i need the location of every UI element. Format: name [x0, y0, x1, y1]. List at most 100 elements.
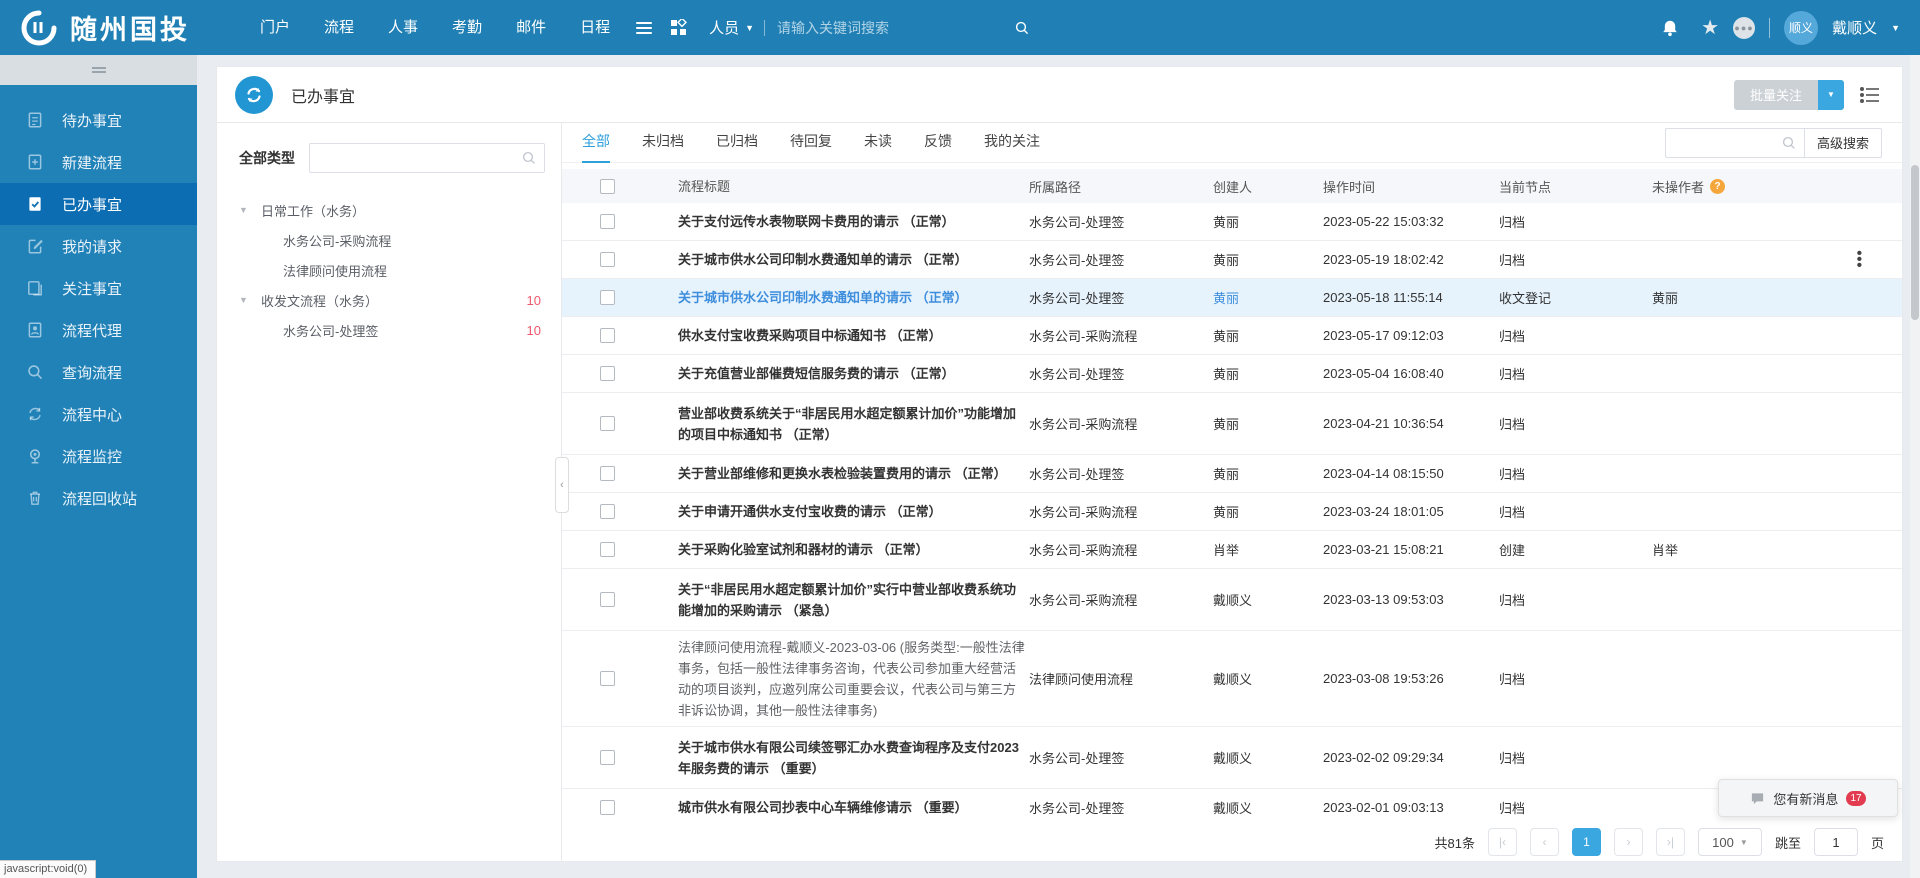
row-checkbox[interactable]	[600, 252, 615, 267]
row-checkbox[interactable]	[600, 328, 615, 343]
row-title[interactable]: 关于城市供水公司印制水费通知单的请示 （正常）	[652, 249, 1027, 270]
table-row[interactable]: 关于营业部维修和更换水表检验装置费用的请示 （正常）水务公司-处理签黄丽2023…	[562, 455, 1902, 493]
row-checkbox[interactable]	[600, 800, 615, 815]
apps-grid-icon[interactable]	[661, 11, 695, 45]
row-checkbox[interactable]	[600, 416, 615, 431]
batch-follow-caret-icon[interactable]: ▼	[1818, 80, 1844, 110]
tree-node[interactable]: 水务公司-处理签10	[239, 315, 545, 345]
batch-follow-label[interactable]: 批量关注	[1734, 80, 1818, 110]
table-row[interactable]: 法律顾问使用流程-戴顺义-2023-03-06 (服务类型:一般性法律事务，包括…	[562, 631, 1902, 727]
sidebar-collapse-toggle[interactable]	[0, 55, 197, 85]
row-checkbox[interactable]	[600, 290, 615, 305]
next-page-button[interactable]: ›	[1614, 828, 1643, 856]
row-title[interactable]: 营业部收费系统关于“非居民用水超定额累计加价”功能增加的项目中标通知书 （正常）	[652, 403, 1027, 445]
tree-node[interactable]: ▼日常工作（水务）	[239, 195, 545, 225]
table-row[interactable]: 关于充值营业部催费短信服务费的请示 （正常）水务公司-处理签黄丽2023-05-…	[562, 355, 1902, 393]
tree-expand-caret-icon[interactable]: ▼	[239, 205, 261, 215]
sidebar-item-monitor[interactable]: 流程监控	[0, 435, 197, 477]
row-checkbox[interactable]	[600, 671, 615, 686]
prev-page-button[interactable]: ‹	[1530, 828, 1559, 856]
batch-follow-button[interactable]: 批量关注 ▼	[1734, 80, 1844, 110]
topbar-menu-item[interactable]: 人事	[371, 0, 435, 55]
row-title[interactable]: 关于营业部维修和更换水表检验装置费用的请示 （正常）	[652, 463, 1027, 484]
list-view-icon[interactable]	[1860, 86, 1880, 104]
row-title[interactable]: 城市供水有限公司抄表中心车辆维修请示 （重要）	[652, 797, 1027, 818]
tree-node[interactable]: ▼收发文流程（水务）10	[239, 285, 545, 315]
row-checkbox[interactable]	[600, 366, 615, 381]
advanced-search-button[interactable]: 高级搜索	[1805, 128, 1882, 158]
tab-6[interactable]: 我的关注	[984, 123, 1040, 163]
row-checkbox[interactable]	[600, 466, 615, 481]
sidebar-item-proxy[interactable]: 流程代理	[0, 309, 197, 351]
bell-icon[interactable]	[1653, 11, 1687, 45]
row-checkbox[interactable]	[600, 750, 615, 765]
row-title[interactable]: 法律顾问使用流程-戴顺义-2023-03-06 (服务类型:一般性法律事务，包括…	[652, 637, 1027, 721]
tree-search-input[interactable]	[309, 143, 545, 173]
topbar-menu-item[interactable]: 门户	[243, 0, 307, 55]
tab-1[interactable]: 未归档	[642, 123, 684, 163]
tab-0[interactable]: 全部	[582, 123, 610, 163]
table-search-input[interactable]	[1665, 128, 1805, 158]
tree-node[interactable]: 法律顾问使用流程	[239, 255, 545, 285]
page-button-current[interactable]: 1	[1572, 828, 1601, 856]
user-name[interactable]: 戴顺义	[1832, 17, 1877, 38]
page-size-select[interactable]: 100 ▼	[1698, 828, 1762, 856]
tree-expand-caret-icon[interactable]: ▼	[239, 295, 261, 305]
panel-collapse-handle[interactable]: ‹	[555, 457, 569, 513]
tree-node[interactable]: 水务公司-采购流程	[239, 225, 545, 255]
jump-page-input[interactable]	[1814, 828, 1858, 856]
row-more-menu-icon[interactable]: •••	[1857, 251, 1862, 269]
topbar-menu-item[interactable]: 日程	[563, 0, 627, 55]
table-row[interactable]: 关于支付远传水表物联网卡费用的请示 （正常）水务公司-处理签黄丽2023-05-…	[562, 203, 1902, 241]
row-title[interactable]: 供水支付宝收费采购项目中标通知书 （正常）	[652, 325, 1027, 346]
table-row[interactable]: 关于采购化验室试剂和器材的请示 （正常）水务公司-采购流程肖举2023-03-2…	[562, 531, 1902, 569]
table-row[interactable]: 城市供水有限公司抄表中心车辆维修请示 （重要）水务公司-处理签戴顺义2023-0…	[562, 789, 1902, 823]
table-row[interactable]: 供水支付宝收费采购项目中标通知书 （正常）水务公司-采购流程黄丽2023-05-…	[562, 317, 1902, 355]
tab-2[interactable]: 已归档	[716, 123, 758, 163]
hamburger-menu-icon[interactable]	[627, 11, 661, 45]
row-title[interactable]: 关于城市供水公司印制水费通知单的请示 （正常）	[652, 287, 1027, 308]
topbar-menu-item[interactable]: 邮件	[499, 0, 563, 55]
tab-4[interactable]: 未读	[864, 123, 892, 163]
row-title[interactable]: 关于充值营业部催费短信服务费的请示 （正常）	[652, 363, 1027, 384]
row-checkbox[interactable]	[600, 214, 615, 229]
help-icon[interactable]: ?	[1710, 179, 1725, 194]
row-checkbox[interactable]	[600, 542, 615, 557]
sidebar-item-done[interactable]: 已办事宜	[0, 183, 197, 225]
last-page-button[interactable]: ›|	[1656, 828, 1685, 856]
table-row[interactable]: 营业部收费系统关于“非居民用水超定额累计加价”功能增加的项目中标通知书 （正常）…	[562, 393, 1902, 455]
topbar-search[interactable]: 请输入关键词搜索	[764, 13, 1029, 43]
row-title[interactable]: 关于城市供水有限公司续签鄂汇办水费查询程序及支付2023年服务费的请示 （重要）	[652, 737, 1027, 779]
sidebar-item-todo[interactable]: 待办事宜	[0, 99, 197, 141]
sidebar-item-my-request[interactable]: 我的请求	[0, 225, 197, 267]
more-options-icon[interactable]: ●●●	[1733, 17, 1755, 39]
tab-3[interactable]: 待回复	[790, 123, 832, 163]
first-page-button[interactable]: |‹	[1488, 828, 1517, 856]
new-message-toast[interactable]: 您有新消息 17	[1718, 779, 1898, 817]
row-checkbox[interactable]	[600, 592, 615, 607]
row-checkbox[interactable]	[600, 504, 615, 519]
row-title[interactable]: 关于支付远传水表物联网卡费用的请示 （正常）	[652, 211, 1027, 232]
avatar[interactable]: 顺义	[1784, 11, 1818, 45]
star-favorites-icon[interactable]: ★	[1701, 18, 1719, 38]
sidebar-item-flow-center[interactable]: 流程中心	[0, 393, 197, 435]
search-icon[interactable]	[1015, 21, 1029, 35]
table-row[interactable]: 关于“非居民用水超定额累计加价”实行中营业部收费系统功能增加的采购请示 （紧急）…	[562, 569, 1902, 631]
row-title[interactable]: 关于“非居民用水超定额累计加价”实行中营业部收费系统功能增加的采购请示 （紧急）	[652, 579, 1027, 621]
scrollbar-track[interactable]	[1910, 55, 1920, 878]
tab-5[interactable]: 反馈	[924, 123, 952, 163]
row-title[interactable]: 关于采购化验室试剂和器材的请示 （正常）	[652, 539, 1027, 560]
table-row[interactable]: 关于城市供水有限公司续签鄂汇办水费查询程序及支付2023年服务费的请示 （重要）…	[562, 727, 1902, 789]
user-chevron-down-icon[interactable]: ▼	[1891, 23, 1900, 33]
sidebar-item-new-flow[interactable]: 新建流程	[0, 141, 197, 183]
scrollbar-thumb[interactable]	[1911, 165, 1919, 320]
sidebar-item-recycle[interactable]: 流程回收站	[0, 477, 197, 519]
person-scope-dropdown[interactable]: 人员 ▼	[709, 17, 754, 38]
topbar-menu-item[interactable]: 考勤	[435, 0, 499, 55]
sidebar-item-search-flow[interactable]: 查询流程	[0, 351, 197, 393]
row-title[interactable]: 关于申请开通供水支付宝收费的请示 （正常）	[652, 501, 1027, 522]
sidebar-item-follow[interactable]: 关注事宜	[0, 267, 197, 309]
table-row[interactable]: 关于城市供水公司印制水费通知单的请示 （正常）水务公司-处理签黄丽2023-05…	[562, 279, 1902, 317]
table-row[interactable]: 关于城市供水公司印制水费通知单的请示 （正常）水务公司-处理签黄丽2023-05…	[562, 241, 1902, 279]
table-row[interactable]: 关于申请开通供水支付宝收费的请示 （正常）水务公司-采购流程黄丽2023-03-…	[562, 493, 1902, 531]
